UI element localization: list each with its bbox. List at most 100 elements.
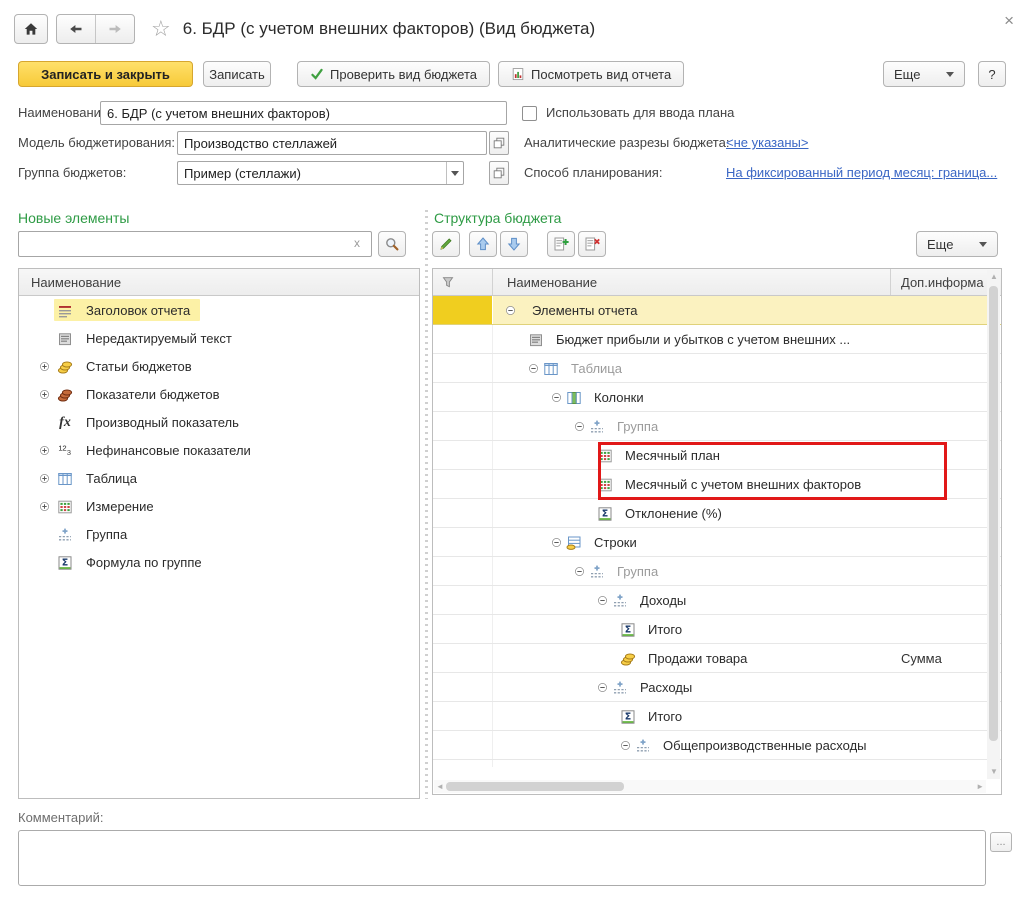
list-item[interactable]: Группа — [19, 520, 419, 548]
expander-slot[interactable] — [39, 473, 54, 484]
close-icon[interactable]: × — [1004, 12, 1014, 29]
tree-row[interactable]: ΣИтого — [433, 702, 1001, 731]
budget-group-combo[interactable] — [177, 161, 464, 185]
table-icon — [57, 470, 73, 486]
panel-splitter[interactable] — [425, 210, 428, 799]
tree-row[interactable]: Продажи товараСумма — [433, 644, 1001, 673]
back-button[interactable] — [57, 15, 95, 43]
clear-search-icon[interactable]: x — [354, 236, 360, 250]
tree-row-filter-cell — [433, 354, 493, 382]
tree-hscroll-thumb[interactable] — [446, 782, 624, 791]
name-input[interactable] — [100, 101, 507, 125]
tree-row[interactable]: Колонки — [433, 383, 1001, 412]
expander-slot[interactable] — [39, 445, 54, 456]
list-item[interactable]: Заголовок отчета — [19, 296, 419, 324]
list-item[interactable]: ¹²₃Нефинансовые показатели — [19, 436, 419, 464]
expand-node-icon[interactable] — [39, 445, 50, 456]
tree-row[interactable]: Расходы — [433, 673, 1001, 702]
expand-node-icon[interactable] — [39, 473, 50, 484]
collapse-node-icon[interactable] — [505, 305, 516, 316]
search-input[interactable] — [18, 231, 372, 257]
tree-row[interactable]: Σ Отклонение (%) — [433, 499, 1001, 528]
expander-slot[interactable] — [39, 501, 54, 512]
tree-row[interactable]: ΣИтого — [433, 615, 1001, 644]
comment-textarea[interactable] — [18, 830, 986, 886]
tree-row[interactable]: Таблица — [433, 354, 1001, 383]
add-element-button[interactable] — [547, 231, 575, 257]
tree-row-name-cell: Строки — [493, 528, 891, 556]
scroll-right-icon[interactable]: ► — [976, 783, 984, 791]
tree-row[interactable]: Бюджет прибыли и убытков с учетом внешни… — [433, 325, 1001, 354]
list-item[interactable]: ΣФормула по группе — [19, 548, 419, 576]
group-icon — [589, 563, 605, 579]
extra-column-header[interactable]: Доп.информа — [891, 269, 987, 295]
collapse-node-icon[interactable] — [574, 566, 585, 577]
tree-row[interactable]: Общепроизводственные расходы — [433, 731, 1001, 760]
check-budget-type-button[interactable]: Проверить вид бюджета — [297, 61, 490, 87]
scroll-left-icon[interactable]: ◄ — [436, 783, 444, 791]
move-down-button[interactable] — [500, 231, 528, 257]
budget-group-dropdown-button[interactable] — [446, 162, 463, 184]
sigma-icon: Σ — [643, 766, 659, 767]
list-item[interactable]: Показатели бюджетов — [19, 380, 419, 408]
filter-column-header[interactable] — [433, 269, 493, 295]
home-button[interactable] — [14, 14, 48, 44]
expand-node-icon[interactable] — [39, 389, 50, 400]
tree-row-filter-cell — [433, 499, 493, 527]
sigma-icon: Σ — [620, 708, 636, 724]
collapse-node-icon[interactable] — [551, 392, 562, 403]
favorite-star-icon[interactable]: ☆ — [151, 18, 171, 40]
tree-row[interactable]: Строки — [433, 528, 1001, 557]
scroll-down-icon[interactable]: ▼ — [990, 768, 998, 776]
use-for-plan-checkbox[interactable] — [522, 106, 537, 121]
tree-row[interactable]: Месячный с учетом внешних факторов — [433, 470, 1001, 499]
search-button[interactable] — [378, 231, 406, 257]
expand-node-icon[interactable] — [39, 501, 50, 512]
expander-slot[interactable] — [39, 389, 54, 400]
collapse-node-icon[interactable] — [597, 595, 608, 606]
list-item[interactable]: Таблица — [19, 464, 419, 492]
model-open-button[interactable] — [489, 131, 509, 155]
budget-group-open-button[interactable] — [489, 161, 509, 185]
tree-vertical-scrollbar[interactable]: ▲ ▼ — [987, 270, 1000, 779]
svg-text:Σ: Σ — [602, 508, 609, 519]
more-button-tree[interactable]: Еще — [916, 231, 998, 257]
tree-row[interactable]: Доходы — [433, 586, 1001, 615]
expander-slot[interactable] — [39, 361, 54, 372]
analytic-cuts-link[interactable]: <не указаны> — [726, 131, 808, 155]
tree-row[interactable]: Группа — [433, 412, 1001, 441]
collapse-node-icon[interactable] — [574, 421, 585, 432]
list-item[interactable]: fxПроизводный показатель — [19, 408, 419, 436]
tree-row[interactable]: Месячный план — [433, 441, 1001, 470]
more-button-top[interactable]: Еще — [883, 61, 965, 87]
view-report-button[interactable]: Посмотреть вид отчета — [498, 61, 684, 87]
model-input[interactable] — [177, 131, 487, 155]
name-column-header[interactable]: Наименование — [493, 269, 891, 295]
list-item[interactable]: Измерение — [19, 492, 419, 520]
tree-vscroll-thumb[interactable] — [989, 286, 998, 741]
scroll-up-icon[interactable]: ▲ — [990, 273, 998, 281]
tree-row[interactable]: ΣИтого — [433, 760, 1001, 767]
list-item[interactable]: Статьи бюджетов — [19, 352, 419, 380]
tree-row-label: Отклонение (%) — [625, 506, 722, 521]
tree-row[interactable]: Элементы отчета — [433, 296, 1001, 325]
list-item-label: Формула по группе — [86, 555, 202, 570]
tree-row[interactable]: Группа — [433, 557, 1001, 586]
forward-button[interactable] — [96, 15, 134, 43]
move-up-button[interactable] — [469, 231, 497, 257]
collapse-node-icon[interactable] — [528, 363, 539, 374]
collapse-node-icon[interactable] — [620, 740, 631, 751]
planning-method-link[interactable]: На фиксированный период месяц: граница..… — [726, 161, 997, 185]
left-list-header[interactable]: Наименование — [19, 269, 419, 296]
save-and-close-button[interactable]: Записать и закрыть — [18, 61, 193, 87]
save-button[interactable]: Записать — [203, 61, 271, 87]
delete-element-button[interactable] — [578, 231, 606, 257]
collapse-node-icon[interactable] — [597, 682, 608, 693]
help-button[interactable]: ? — [978, 61, 1006, 87]
comment-more-button[interactable]: ... — [990, 832, 1012, 852]
edit-element-button[interactable] — [432, 231, 460, 257]
tree-horizontal-scrollbar[interactable]: ◄ ► — [434, 780, 986, 793]
expand-node-icon[interactable] — [39, 361, 50, 372]
list-item[interactable]: Нередактируемый текст — [19, 324, 419, 352]
collapse-node-icon[interactable] — [551, 537, 562, 548]
